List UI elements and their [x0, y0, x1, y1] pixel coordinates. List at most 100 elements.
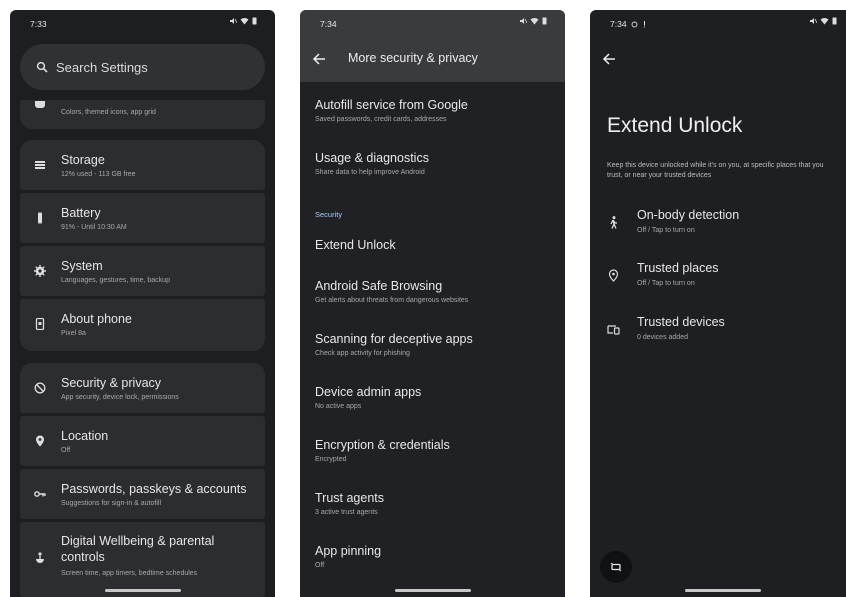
- settings-item-about-phone[interactable]: About phone Pixel 8a: [20, 299, 265, 351]
- about-phone-title: About phone: [61, 312, 132, 326]
- status-time: 7:33: [30, 19, 47, 29]
- status-bar: 7:33: [10, 10, 275, 36]
- autofill-title: Autofill service from Google: [315, 98, 468, 112]
- location-title: Location: [61, 429, 109, 443]
- on-body-title: On-body detection: [637, 208, 740, 222]
- wallpaper-style-card[interactable]: Colors, themed icons, app grid: [20, 100, 265, 129]
- wellbeing-icon: [36, 552, 44, 563]
- settings-item-location[interactable]: Location Off: [20, 416, 265, 466]
- wifi-icon: [240, 17, 249, 25]
- gear-icon: [34, 265, 46, 277]
- usage-title: Usage & diagnostics: [315, 151, 429, 165]
- settings-item-digital-wellbeing[interactable]: Digital Wellbeing & parental controls Sc…: [20, 522, 265, 597]
- battery-icon: [38, 212, 42, 224]
- safe-browsing-item[interactable]: Android Safe Browsing Get alerts about t…: [315, 279, 468, 304]
- trust-agents-title: Trust agents: [315, 491, 385, 505]
- encryption-subtitle: Encrypted: [315, 456, 347, 463]
- battery-icon: [252, 17, 257, 25]
- trusted-places-subtitle: Off / Tap to turn on: [637, 280, 695, 287]
- settings-item-battery[interactable]: Battery 91% - Until 10:30 AM: [20, 193, 265, 243]
- battery-icon: [832, 17, 837, 25]
- top-app-bar: 7:34 More security & privacy: [300, 10, 565, 82]
- search-placeholder: Search Settings: [56, 59, 148, 75]
- extend-unlock-item[interactable]: Extend Unlock: [315, 238, 396, 252]
- sync-icon: [631, 21, 638, 28]
- trusted-devices-title: Trusted devices: [637, 315, 725, 329]
- wifi-icon: [820, 17, 829, 25]
- shield-icon: [34, 382, 46, 394]
- page-title: Extend Unlock: [607, 114, 743, 137]
- wallpaper-subtitle: Colors, themed icons, app grid: [61, 109, 156, 116]
- page-title: More security & privacy: [348, 51, 478, 65]
- location-subtitle: Off: [61, 447, 71, 454]
- deceptive-apps-item[interactable]: Scanning for deceptive apps Check app ac…: [315, 332, 473, 357]
- trusted-devices-subtitle: 0 devices added: [637, 334, 688, 341]
- battery-title: Battery: [61, 206, 101, 220]
- trusted-devices-item[interactable]: Trusted devices 0 devices added: [590, 315, 846, 355]
- back-arrow-icon[interactable]: [312, 52, 326, 66]
- trust-agents-subtitle: 3 active trust agents: [315, 509, 378, 516]
- security-privacy-title: Security & privacy: [61, 376, 162, 390]
- gesture-nav-handle[interactable]: [104, 589, 181, 592]
- more-security-privacy-screen: 7:34 More security & privacy Autofill se…: [300, 10, 565, 597]
- autofill-subtitle: Saved passwords, credit cards, addresses: [315, 116, 447, 123]
- page-description: Keep this device unlocked while it's on …: [607, 162, 824, 179]
- location-pin-icon: [608, 269, 619, 282]
- rotate-screen-button[interactable]: [600, 551, 632, 583]
- device-admin-item[interactable]: Device admin apps No active apps: [315, 385, 421, 410]
- deceptive-apps-subtitle: Check app activity for phishing: [315, 350, 410, 357]
- security-privacy-subtitle: App security, device lock, permissions: [61, 394, 179, 401]
- walking-person-icon: [610, 216, 617, 229]
- settings-item-security-privacy[interactable]: Security & privacy App security, device …: [20, 363, 265, 413]
- gesture-nav-handle[interactable]: [684, 589, 761, 592]
- status-bar: 7:34: [300, 10, 565, 36]
- alert-icon: [644, 21, 646, 28]
- trusted-places-item[interactable]: Trusted places Off / Tap to turn on: [590, 261, 846, 301]
- encryption-title: Encryption & credentials: [315, 438, 450, 452]
- extend-unlock-title: Extend Unlock: [315, 238, 396, 252]
- storage-title: Storage: [61, 153, 105, 167]
- status-time: 7:34: [610, 19, 646, 29]
- storage-subtitle: 12% used - 113 GB free: [61, 171, 136, 178]
- gesture-nav-handle[interactable]: [394, 589, 471, 592]
- key-icon: [34, 491, 46, 497]
- deceptive-apps-title: Scanning for deceptive apps: [315, 332, 473, 346]
- search-icon: [36, 61, 48, 73]
- trusted-places-title: Trusted places: [637, 261, 719, 275]
- system-title: System: [61, 259, 103, 273]
- settings-item-wallpaper[interactable]: Colors, themed icons, app grid: [20, 100, 265, 129]
- back-arrow-icon[interactable]: [602, 52, 616, 66]
- settings-item-storage[interactable]: Storage 12% used - 113 GB free: [20, 140, 265, 190]
- app-pinning-title: App pinning: [315, 544, 382, 558]
- devices-icon: [607, 325, 620, 335]
- search-settings-bar[interactable]: Search Settings: [20, 44, 265, 90]
- app-pinning-subtitle: Off: [315, 562, 325, 569]
- wifi-icon: [530, 17, 539, 25]
- settings-item-passwords-accounts[interactable]: Passwords, passkeys & accounts Suggestio…: [20, 469, 265, 519]
- phone-icon: [35, 318, 45, 330]
- app-pinning-item[interactable]: App pinning Off: [315, 544, 381, 569]
- settings-screen: 7:33 Search Settings Colors, themed icon…: [10, 10, 275, 597]
- section-header-security: Security: [315, 210, 343, 219]
- settings-item-system[interactable]: System Languages, gestures, time, backup: [20, 246, 265, 296]
- on-body-subtitle: Off / Tap to turn on: [637, 227, 695, 234]
- trust-agents-item[interactable]: Trust agents 3 active trust agents: [315, 491, 384, 516]
- device-admin-title: Device admin apps: [315, 385, 422, 399]
- encryption-credentials-item[interactable]: Encryption & credentials Encrypted: [315, 438, 450, 463]
- mute-icon: [810, 18, 817, 24]
- usage-diagnostics-item[interactable]: Usage & diagnostics Share data to help i…: [315, 151, 429, 176]
- system-subtitle: Languages, gestures, time, backup: [61, 277, 170, 284]
- on-body-detection-item[interactable]: On-body detection Off / Tap to turn on: [590, 208, 846, 248]
- extend-unlock-screen: 7:34 Extend Unlock Keep this device unlo…: [590, 10, 846, 597]
- digital-wellbeing-subtitle: Screen time, app timers, bedtime schedul…: [61, 570, 198, 577]
- status-time: 7:34: [320, 19, 337, 29]
- battery-icon: [542, 17, 547, 25]
- passwords-title: Passwords, passkeys & accounts: [61, 482, 247, 496]
- passwords-subtitle: Suggestions for sign-in & autofill: [61, 500, 161, 507]
- autofill-service-item[interactable]: Autofill service from Google Saved passw…: [315, 98, 468, 123]
- mute-icon: [520, 18, 527, 24]
- palette-icon: [35, 101, 45, 108]
- usage-subtitle: Share data to help improve Android: [315, 169, 425, 176]
- about-phone-subtitle: Pixel 8a: [61, 330, 86, 337]
- battery-subtitle: 91% - Until 10:30 AM: [61, 224, 127, 231]
